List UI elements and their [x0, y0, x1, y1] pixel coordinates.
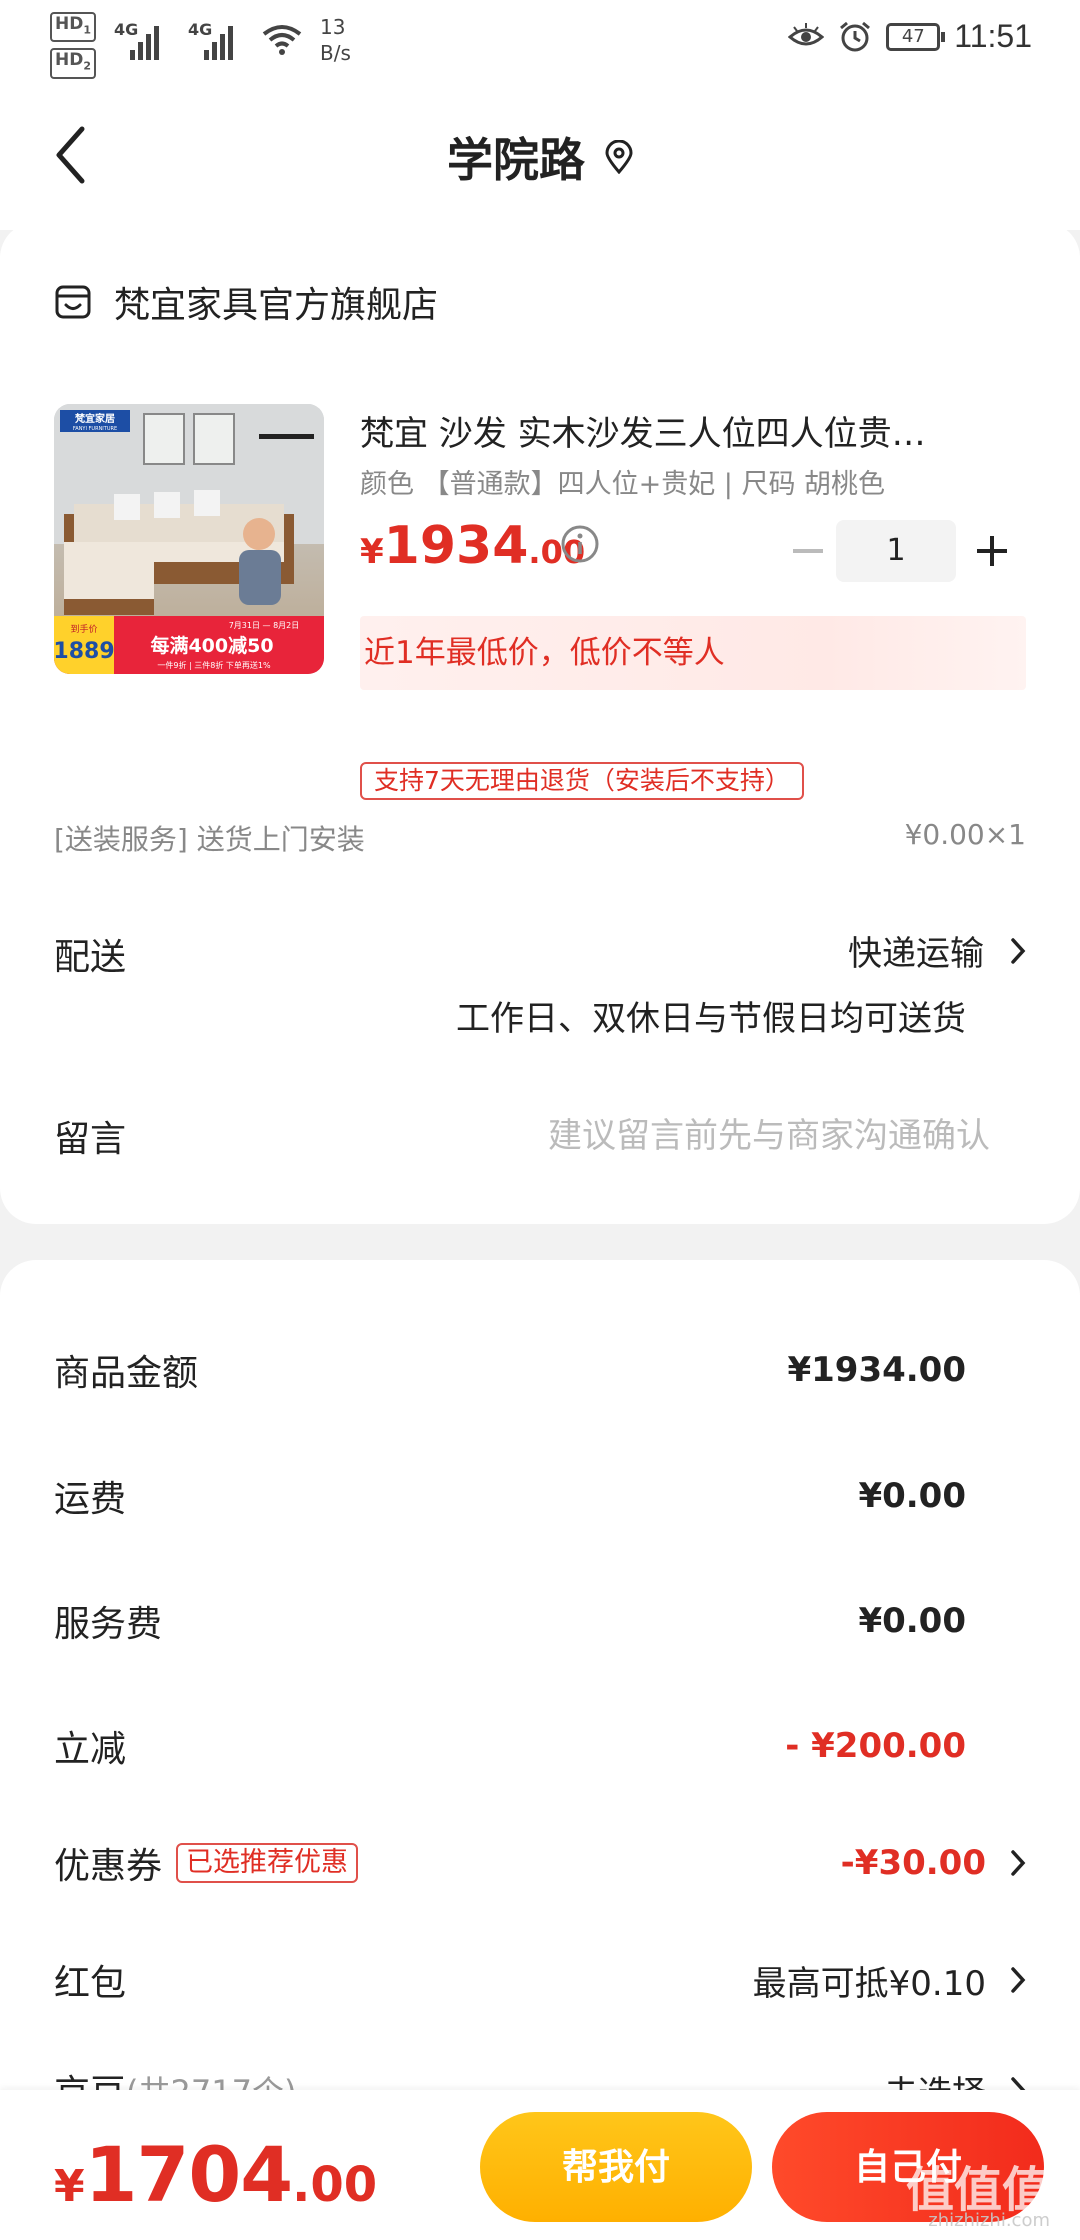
- install-service-price: ¥0.00×1: [904, 818, 1026, 851]
- chevron-right-icon: [1011, 1850, 1026, 1876]
- instant-discount-value: - ¥200.00: [785, 1726, 966, 1766]
- location-pin-icon: [605, 140, 633, 174]
- service-fee-row: 服务费 ¥0.00: [54, 1591, 1026, 1651]
- install-service-label: [送装服务] 送货上门安装: [54, 823, 365, 856]
- order-item-card: 梵宜家具官方旗舰店 梵宜家居 FANYI FURNITURE 到手价 1889 …: [0, 222, 1080, 1224]
- coupon-row[interactable]: 优惠券 已选推荐优惠 -¥30.00: [54, 1833, 1026, 1893]
- red-packet-label: 红包: [54, 1963, 127, 2004]
- image-promo-offer: 每满400减50: [150, 634, 273, 657]
- network-speed: 13 B/s: [320, 15, 351, 65]
- battery-icon: 47: [886, 22, 946, 51]
- delivery-label: 配送: [54, 937, 127, 978]
- increase-button[interactable]: [962, 520, 1022, 582]
- goods-amount-value: ¥1934.00: [787, 1350, 966, 1390]
- red-packet-row[interactable]: 红包 最高可抵¥0.10: [54, 1950, 1026, 2010]
- hd-indicators: HD1 HD2: [50, 12, 96, 79]
- shop-name: 梵宜家具官方旗舰店: [114, 285, 439, 326]
- message-label: 留言: [54, 1119, 127, 1160]
- header-title-group[interactable]: 学院路: [0, 124, 1080, 190]
- quantity-value[interactable]: 1: [836, 520, 956, 582]
- info-icon[interactable]: [560, 524, 600, 564]
- minus-icon: [793, 549, 823, 553]
- delivery-method: 快递运输: [848, 934, 984, 974]
- chevron-right-icon: [1011, 937, 1026, 964]
- product-spec[interactable]: 颜色 【普通款】四人位+贵妃 | 尺码 胡桃色: [360, 462, 885, 501]
- lowest-price-banner: 近1年最低价，低价不等人: [360, 616, 1026, 690]
- order-confirm-page: HD1 HD2 4G 4G 13 B/s 47 11:51 学院路 梵宜家具官方…: [0, 0, 1080, 2240]
- help-me-pay-button[interactable]: 帮我付: [480, 2112, 752, 2222]
- image-promo-date: 7月31日 — 8月2日: [229, 621, 300, 630]
- product-price: ¥ 1934 .00: [360, 516, 586, 576]
- image-brand-sub-text: FANYI FURNITURE: [73, 426, 117, 432]
- goods-amount-row: 商品金额 ¥1934.00: [54, 1340, 1026, 1400]
- service-fee-label: 服务费: [54, 1604, 163, 1645]
- coupon-label: 优惠券: [54, 1846, 163, 1887]
- product-title[interactable]: 梵宜 沙发 实木沙发三人位四人位贵…: [360, 406, 1010, 455]
- hd1-icon: HD1: [50, 12, 96, 43]
- instant-discount-row: 立减 - ¥200.00: [54, 1716, 1026, 1776]
- image-promo-price: 1889: [54, 639, 115, 664]
- quantity-stepper: 1: [780, 520, 1022, 582]
- plus-icon: [977, 536, 1007, 566]
- chevron-right-icon: [1011, 1967, 1026, 1993]
- red-packet-value: 最高可抵¥0.10: [752, 1963, 986, 2004]
- watermark-url: zhizhizhi.com: [928, 2210, 1050, 2231]
- coupon-recommended-tag: 已选推荐优惠: [176, 1843, 359, 1883]
- return-policy-tag: 支持7天无理由退货（安装后不支持）: [360, 762, 804, 800]
- hd2-icon: HD2: [50, 48, 96, 79]
- instant-discount-label: 立减: [54, 1729, 127, 1770]
- signal-2-icon: 4G: [188, 12, 244, 62]
- install-service-row[interactable]: [送装服务] 送货上门安装 ¥0.00×1: [54, 818, 1026, 858]
- shipping-label: 运费: [54, 1479, 127, 1520]
- message-input[interactable]: [390, 1108, 990, 1164]
- image-brand-text: 梵宜家居: [75, 412, 115, 425]
- eye-comfort-icon: [788, 22, 825, 45]
- clock: 11:51: [954, 18, 1032, 54]
- delivery-option[interactable]: 快递运输 工作日、双休日与节假日均可送货: [456, 926, 1026, 1040]
- total-price: ¥ 1704 .00: [54, 2130, 378, 2219]
- status-bar: HD1 HD2 4G 4G 13 B/s 47 11:51: [0, 0, 1080, 80]
- service-fee-value: ¥0.00: [858, 1601, 966, 1641]
- delivery-note: 工作日、双休日与节假日均可送货: [456, 999, 966, 1039]
- coupon-value: -¥30.00: [840, 1843, 986, 1883]
- page-title: 学院路: [447, 133, 585, 187]
- image-promo-price-label: 到手价: [70, 623, 97, 635]
- product-image-art: 梵宜家居 FANYI FURNITURE 到手价 1889 7月31日 — 8月…: [54, 404, 324, 674]
- page-header: 学院路: [0, 80, 1080, 230]
- status-right: 47 11:51: [788, 18, 1032, 55]
- status-left: HD1 HD2 4G 4G 13 B/s: [50, 12, 351, 79]
- image-promo-small: 一件9折 | 三件8折 下单再送1%: [157, 660, 271, 670]
- shipping-value: ¥0.00: [858, 1476, 966, 1516]
- shop-icon: [55, 285, 91, 319]
- signal-1-icon: 4G: [114, 12, 170, 62]
- wifi-icon: [262, 25, 302, 55]
- product-image[interactable]: 梵宜家居 FANYI FURNITURE 到手价 1889 7月31日 — 8月…: [54, 404, 324, 674]
- checkout-bar: ¥ 1704 .00 帮我付 自己付 值值值 zhizhizhi.com: [0, 2090, 1080, 2240]
- decrease-button[interactable]: [780, 520, 836, 582]
- shop-row[interactable]: 梵宜家具官方旗舰店: [54, 276, 438, 328]
- goods-amount-label: 商品金额: [54, 1353, 199, 1394]
- shipping-row: 运费 ¥0.00: [54, 1466, 1026, 1526]
- alarm-icon: [840, 21, 871, 51]
